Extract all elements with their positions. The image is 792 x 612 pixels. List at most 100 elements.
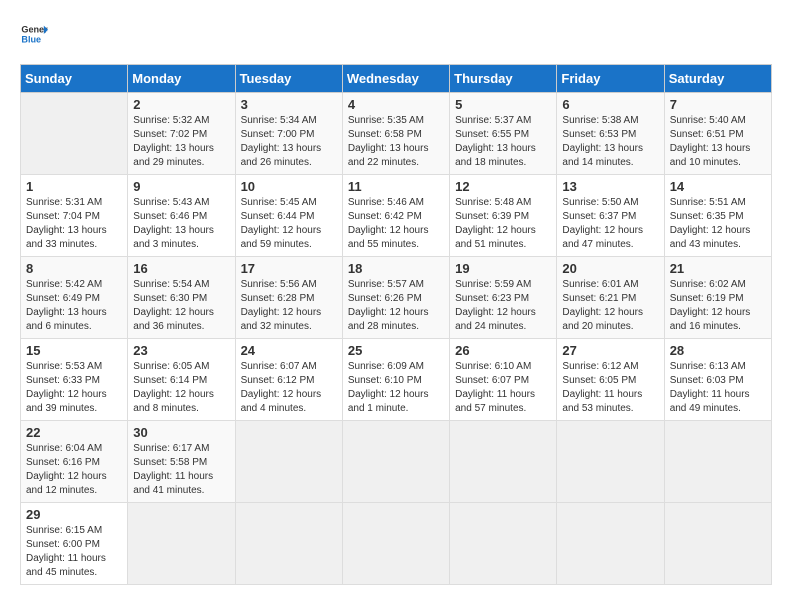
day-info: Sunrise: 6:04 AM Sunset: 6:16 PM Dayligh… (26, 442, 122, 498)
day-info: Sunrise: 5:35 AM Sunset: 6:58 PM Dayligh… (348, 114, 444, 170)
day-number: 15 (26, 343, 122, 358)
day-number: 20 (562, 261, 658, 276)
day-info: Sunrise: 6:10 AM Sunset: 6:07 PM Dayligh… (455, 360, 551, 416)
calendar-cell: 20 Sunrise: 6:01 AM Sunset: 6:21 PM Dayli… (557, 257, 664, 339)
calendar-cell (342, 421, 449, 503)
svg-text:Blue: Blue (21, 34, 41, 44)
calendar-cell: 23 Sunrise: 6:05 AM Sunset: 6:14 PM Dayli… (128, 339, 235, 421)
calendar-cell: 8 Sunrise: 5:42 AM Sunset: 6:49 PM Daylig… (21, 257, 128, 339)
day-number: 7 (670, 97, 766, 112)
day-info: Sunrise: 6:12 AM Sunset: 6:05 PM Dayligh… (562, 360, 658, 416)
calendar-cell (450, 421, 557, 503)
day-info: Sunrise: 5:46 AM Sunset: 6:42 PM Dayligh… (348, 196, 444, 252)
day-number: 29 (26, 507, 122, 522)
day-number: 4 (348, 97, 444, 112)
day-number: 27 (562, 343, 658, 358)
day-info: Sunrise: 5:51 AM Sunset: 6:35 PM Dayligh… (670, 196, 766, 252)
column-header-thursday: Thursday (450, 65, 557, 93)
day-number: 3 (241, 97, 337, 112)
calendar-cell: 17Sunrise: 5:56 AM Sunset: 6:28 PM Dayli… (235, 257, 342, 339)
day-number: 14 (670, 179, 766, 194)
calendar-cell: 26 Sunrise: 6:10 AM Sunset: 6:07 PM Dayli… (450, 339, 557, 421)
day-number: 5 (455, 97, 551, 112)
day-number: 10 (241, 179, 337, 194)
day-info: Sunrise: 6:05 AM Sunset: 6:14 PM Dayligh… (133, 360, 229, 416)
calendar-cell: 12 Sunrise: 5:48 AM Sunset: 6:39 PM Dayli… (450, 175, 557, 257)
calendar-cell (342, 503, 449, 585)
calendar-cell: 9Sunrise: 5:43 AM Sunset: 6:46 PM Daylig… (128, 175, 235, 257)
logo: General Blue (20, 20, 48, 48)
day-number: 26 (455, 343, 551, 358)
day-info: Sunrise: 5:59 AM Sunset: 6:23 PM Dayligh… (455, 278, 551, 334)
calendar-cell: 13 Sunrise: 5:50 AM Sunset: 6:37 PM Dayli… (557, 175, 664, 257)
day-info: Sunrise: 5:43 AM Sunset: 6:46 PM Dayligh… (133, 196, 229, 252)
calendar-table: SundayMondayTuesdayWednesdayThursdayFrid… (20, 64, 772, 585)
calendar-cell: 21 Sunrise: 6:02 AM Sunset: 6:19 PM Dayli… (664, 257, 771, 339)
day-info: Sunrise: 5:57 AM Sunset: 6:26 PM Dayligh… (348, 278, 444, 334)
day-number: 12 (455, 179, 551, 194)
day-info: Sunrise: 5:48 AM Sunset: 6:39 PM Dayligh… (455, 196, 551, 252)
day-info: Sunrise: 5:56 AM Sunset: 6:28 PM Dayligh… (241, 278, 337, 334)
day-number: 25 (348, 343, 444, 358)
calendar-week-5: 22Sunrise: 6:04 AM Sunset: 6:16 PM Dayli… (21, 421, 772, 503)
calendar-cell: 25 Sunrise: 6:09 AM Sunset: 6:10 PM Dayli… (342, 339, 449, 421)
day-number: 23 (133, 343, 229, 358)
day-info: Sunrise: 6:07 AM Sunset: 6:12 PM Dayligh… (241, 360, 337, 416)
day-info: Sunrise: 5:50 AM Sunset: 6:37 PM Dayligh… (562, 196, 658, 252)
calendar-cell: 7Sunrise: 5:40 AM Sunset: 6:51 PM Daylig… (664, 93, 771, 175)
day-number: 1 (26, 179, 122, 194)
day-info: Sunrise: 6:13 AM Sunset: 6:03 PM Dayligh… (670, 360, 766, 416)
day-number: 28 (670, 343, 766, 358)
calendar-cell: 3 Sunrise: 5:34 AM Sunset: 7:00 PM Daylig… (235, 93, 342, 175)
calendar-cell: 10Sunrise: 5:45 AM Sunset: 6:44 PM Dayli… (235, 175, 342, 257)
day-number: 21 (670, 261, 766, 276)
calendar-cell (450, 503, 557, 585)
calendar-cell (664, 421, 771, 503)
page-header: General Blue (20, 20, 772, 48)
day-info: Sunrise: 6:09 AM Sunset: 6:10 PM Dayligh… (348, 360, 444, 416)
day-info: Sunrise: 6:15 AM Sunset: 6:00 PM Dayligh… (26, 524, 122, 580)
day-info: Sunrise: 5:32 AM Sunset: 7:02 PM Dayligh… (133, 114, 229, 170)
calendar-cell (235, 421, 342, 503)
column-header-tuesday: Tuesday (235, 65, 342, 93)
calendar-cell (235, 503, 342, 585)
calendar-cell: 15Sunrise: 5:53 AM Sunset: 6:33 PM Dayli… (21, 339, 128, 421)
day-info: Sunrise: 5:38 AM Sunset: 6:53 PM Dayligh… (562, 114, 658, 170)
day-info: Sunrise: 6:02 AM Sunset: 6:19 PM Dayligh… (670, 278, 766, 334)
column-header-monday: Monday (128, 65, 235, 93)
column-header-saturday: Saturday (664, 65, 771, 93)
calendar-cell (664, 503, 771, 585)
day-info: Sunrise: 6:01 AM Sunset: 6:21 PM Dayligh… (562, 278, 658, 334)
day-number: 19 (455, 261, 551, 276)
calendar-cell: 24 Sunrise: 6:07 AM Sunset: 6:12 PM Dayli… (235, 339, 342, 421)
calendar-week-4: 15Sunrise: 5:53 AM Sunset: 6:33 PM Dayli… (21, 339, 772, 421)
calendar-cell: 27 Sunrise: 6:12 AM Sunset: 6:05 PM Dayli… (557, 339, 664, 421)
day-info: Sunrise: 5:31 AM Sunset: 7:04 PM Dayligh… (26, 196, 122, 252)
calendar-cell: 14 Sunrise: 5:51 AM Sunset: 6:35 PM Dayli… (664, 175, 771, 257)
day-number: 6 (562, 97, 658, 112)
day-number: 8 (26, 261, 122, 276)
day-info: Sunrise: 5:54 AM Sunset: 6:30 PM Dayligh… (133, 278, 229, 334)
calendar-cell (21, 93, 128, 175)
calendar-week-6: 29 Sunrise: 6:15 AM Sunset: 6:00 PM Dayli… (21, 503, 772, 585)
day-number: 24 (241, 343, 337, 358)
day-number: 18 (348, 261, 444, 276)
day-number: 16 (133, 261, 229, 276)
day-number: 30 (133, 425, 229, 440)
calendar-cell: 19 Sunrise: 5:59 AM Sunset: 6:23 PM Dayli… (450, 257, 557, 339)
day-number: 13 (562, 179, 658, 194)
calendar-cell: 2 Sunrise: 5:32 AM Sunset: 7:02 PM Daylig… (128, 93, 235, 175)
calendar-cell: 18 Sunrise: 5:57 AM Sunset: 6:26 PM Dayli… (342, 257, 449, 339)
calendar-cell: 5Sunrise: 5:37 AM Sunset: 6:55 PM Daylig… (450, 93, 557, 175)
day-number: 2 (133, 97, 229, 112)
calendar-cell (128, 503, 235, 585)
day-info: Sunrise: 5:34 AM Sunset: 7:00 PM Dayligh… (241, 114, 337, 170)
column-header-wednesday: Wednesday (342, 65, 449, 93)
column-header-friday: Friday (557, 65, 664, 93)
day-number: 11 (348, 179, 444, 194)
day-info: Sunrise: 6:17 AM Sunset: 5:58 PM Dayligh… (133, 442, 229, 498)
calendar-week-1: 2 Sunrise: 5:32 AM Sunset: 7:02 PM Daylig… (21, 93, 772, 175)
day-info: Sunrise: 5:42 AM Sunset: 6:49 PM Dayligh… (26, 278, 122, 334)
calendar-cell: 16 Sunrise: 5:54 AM Sunset: 6:30 PM Dayli… (128, 257, 235, 339)
calendar-week-2: 1 Sunrise: 5:31 AM Sunset: 7:04 PM Daylig… (21, 175, 772, 257)
